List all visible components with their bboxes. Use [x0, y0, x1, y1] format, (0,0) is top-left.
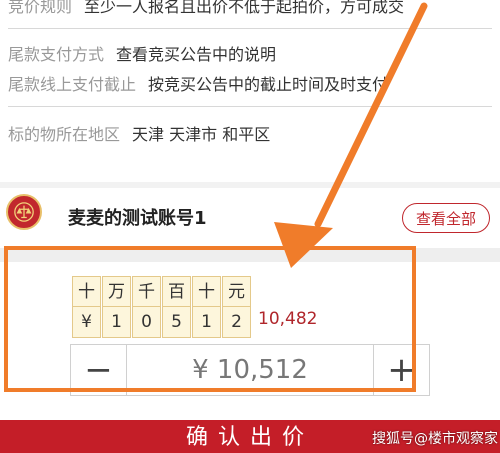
info-label: 尾款支付方式	[8, 45, 105, 64]
info-row-payment-deadline: 尾款线上支付截止 按竞买公告中的截止时间及时支付	[8, 74, 388, 96]
view-all-button[interactable]: 查看全部	[402, 203, 490, 233]
bidder-header: 麦麦的测试账号1 查看全部	[0, 188, 500, 248]
info-value: 查看竞买公告中的说明	[116, 45, 277, 64]
info-value: 至少一人报名且出价不低于起拍价，方可成交	[84, 0, 405, 16]
annotation-highlight-box	[4, 246, 416, 392]
divider	[8, 106, 492, 107]
auction-info: 竞价规则 至少一人报名且出价不低于起拍价，方可成交 尾款支付方式 查看竞买公告中的说…	[0, 0, 500, 182]
divider	[8, 28, 492, 29]
info-value: 按竞买公告中的截止时间及时支付	[148, 75, 389, 94]
info-row-location: 标的物所在地区 天津 天津市 和平区	[8, 124, 270, 146]
info-row-payment-method: 尾款支付方式 查看竞买公告中的说明	[8, 44, 276, 66]
info-label: 尾款线上支付截止	[8, 75, 137, 94]
bidder-name: 麦麦的测试账号1	[68, 208, 207, 229]
info-value: 天津 天津市 和平区	[132, 125, 271, 144]
watermark: 搜狐号@楼市观察家	[372, 431, 498, 447]
info-label: 竞价规则	[8, 0, 73, 16]
confirm-bid-label: 确认出价	[185, 425, 314, 450]
info-row-rule: 竞价规则 至少一人报名且出价不低于起拍价，方可成交	[8, 0, 404, 18]
court-emblem-icon	[6, 194, 42, 230]
info-label: 标的物所在地区	[8, 125, 121, 144]
